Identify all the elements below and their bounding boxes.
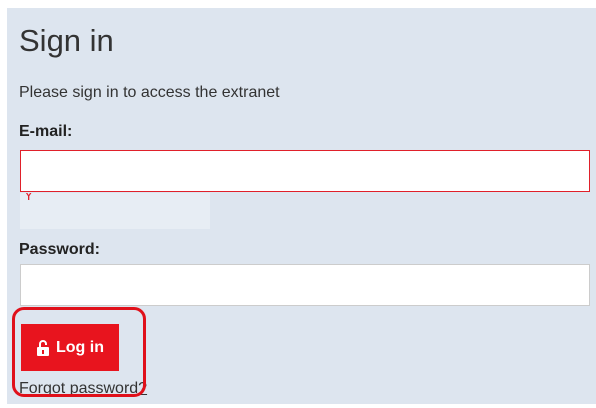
login-button-label: Log in	[56, 338, 104, 356]
password-field[interactable]	[21, 265, 589, 305]
email-label: E-mail:	[19, 123, 73, 140]
password-field-wrapper	[20, 264, 590, 306]
unlock-icon	[37, 340, 49, 356]
password-label: Password:	[19, 241, 100, 258]
page-title: Sign in	[19, 23, 114, 58]
email-validation-message: Y	[24, 193, 34, 203]
forgot-password-link[interactable]: Forgot password?	[19, 379, 147, 399]
email-field[interactable]	[21, 151, 589, 191]
email-field-wrapper	[20, 150, 590, 192]
email-validation-area: Y	[20, 193, 210, 229]
sign-in-instructions: Please sign in to access the extranet	[19, 84, 280, 101]
login-button[interactable]: Log in	[21, 324, 119, 371]
